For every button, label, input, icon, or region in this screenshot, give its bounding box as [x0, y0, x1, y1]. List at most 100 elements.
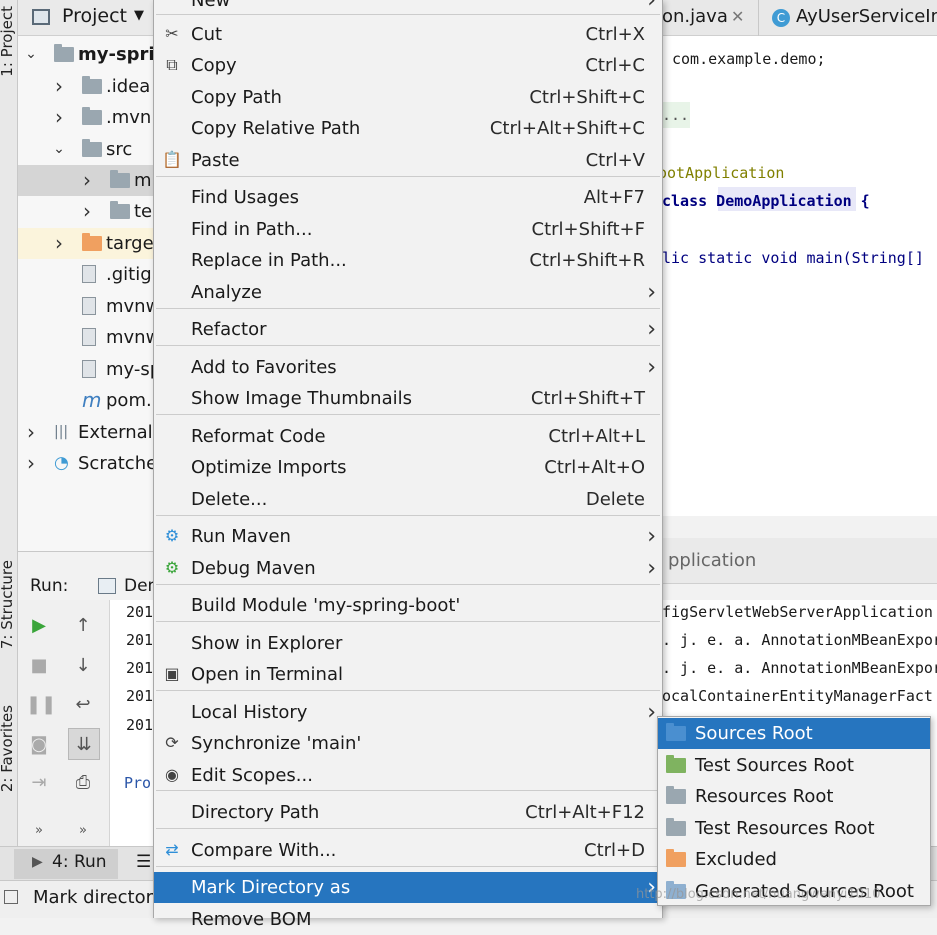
menu-item-edit-scopes[interactable]: ◉ Edit Scopes... — [154, 760, 662, 791]
menu-item-label: Paste — [191, 150, 240, 171]
menu-separator — [156, 866, 660, 867]
menu-item-shortcut: Ctrl+X — [585, 24, 645, 45]
menu-item-shortcut: Ctrl+Shift+R — [529, 250, 645, 271]
menu-item-label: Optimize Imports — [191, 457, 347, 478]
menu-item-remove-bom[interactable]: Remove BOM — [154, 904, 662, 935]
more-icon-2[interactable]: » — [70, 818, 96, 844]
chevron-down-icon[interactable]: ⌄ — [52, 134, 66, 165]
terminal-icon: ▣ — [164, 664, 180, 683]
menu-item-copy[interactable]: ⧉ Copy Ctrl+C — [154, 50, 662, 81]
run-tool-tab[interactable]: 4: Run — [52, 852, 107, 872]
structure-tool-tab[interactable]: 7: Structure — [0, 560, 16, 649]
menu-item-cut[interactable]: ✂ Cut Ctrl+X — [154, 19, 662, 50]
soft-wrap-icon[interactable]: ↩ — [70, 692, 96, 718]
menu-item-build-module-my-spring-boot[interactable]: Build Module 'my-spring-boot' — [154, 590, 662, 621]
chevron-right-icon: › — [647, 524, 656, 549]
submenu-item-resources-root[interactable]: Resources Root — [658, 781, 930, 812]
folder-icon — [110, 170, 130, 188]
favorites-tool-tab[interactable]: 2: Favorites — [0, 705, 16, 792]
chevron-right-icon[interactable]: › — [52, 228, 66, 259]
menu-item-shortcut: Ctrl+V — [585, 150, 645, 171]
menu-item-label: Delete... — [191, 489, 268, 510]
menu-item-copy-relative-path[interactable]: Copy Relative Path Ctrl+Alt+Shift+C — [154, 113, 662, 144]
chevron-down-icon[interactable]: ⌄ — [24, 39, 38, 70]
run-icon[interactable]: ▶ — [26, 613, 52, 639]
menu-item-debug-maven[interactable]: ⚙ Debug Maven › — [154, 553, 662, 584]
menu-item-refactor[interactable]: Refactor › — [154, 314, 662, 345]
chevron-right-icon[interactable]: › — [80, 165, 94, 196]
menu-item-mark-directory-as[interactable]: Mark Directory as › — [154, 872, 662, 903]
tab-divider — [758, 0, 759, 36]
folder-icon — [666, 817, 686, 836]
chevron-right-icon[interactable]: › — [24, 448, 38, 479]
close-icon[interactable]: ✕ — [731, 7, 744, 26]
camera-icon[interactable]: ◙ — [26, 732, 52, 758]
menu-item-open-in-terminal[interactable]: ▣ Open in Terminal — [154, 659, 662, 690]
code-line-imports[interactable]: ... — [662, 106, 689, 124]
scroll-to-end-icon[interactable]: ⇊ — [68, 728, 100, 760]
tree-item-label: pom. — [106, 390, 152, 411]
tab-demo-application[interactable]: on.java — [662, 6, 728, 27]
menu-item-label: Show in Explorer — [191, 633, 343, 654]
menu-item-compare-with[interactable]: ⇄ Compare With... Ctrl+D — [154, 835, 662, 866]
code-editor[interactable]: com.example.demo; ... ootApplication cla… — [658, 36, 937, 516]
menu-separator — [156, 414, 660, 415]
submenu-item-sources-root[interactable]: Sources Root — [658, 718, 930, 749]
login-icon[interactable]: ⇥ — [26, 770, 52, 796]
menu-item-show-in-explorer[interactable]: Show in Explorer — [154, 628, 662, 659]
project-tool-tab[interactable]: 1: Project — [0, 6, 16, 77]
chevron-right-icon[interactable]: › — [52, 71, 66, 102]
menu-item-paste[interactable]: 📋 Paste Ctrl+V — [154, 145, 662, 176]
maven-icon: m — [82, 388, 102, 412]
tree-item-label: External — [78, 422, 153, 443]
menu-item-shortcut: Ctrl+C — [585, 55, 645, 76]
menu-item-label: Analyze — [191, 282, 262, 303]
code-line-main: lic static void main(String[] — [662, 249, 924, 267]
submenu-item-test-sources-root[interactable]: Test Sources Root — [658, 750, 930, 781]
menu-item-copy-path[interactable]: Copy Path Ctrl+Shift+C — [154, 82, 662, 113]
menu-item-add-to-favorites[interactable]: Add to Favorites › — [154, 352, 662, 383]
print-icon[interactable]: ⎙ — [70, 770, 96, 796]
chevron-down-icon[interactable]: ▼ — [134, 8, 144, 23]
stop-icon[interactable]: ■ — [26, 653, 52, 679]
arrow-down-icon[interactable]: ↓ — [70, 653, 96, 679]
file-icon — [82, 360, 96, 378]
class-icon: C — [772, 9, 790, 27]
mark-directory-submenu: Sources Root Test Sources Root Resources R… — [657, 716, 931, 906]
tree-item-label: targe — [106, 233, 154, 254]
menu-item-optimize-imports[interactable]: Optimize Imports Ctrl+Alt+O — [154, 452, 662, 483]
more-icon[interactable]: » — [26, 818, 52, 844]
folder-icon — [666, 849, 686, 867]
menu-item-find-in-path[interactable]: Find in Path... Ctrl+Shift+F — [154, 214, 662, 245]
chevron-right-icon[interactable]: › — [52, 102, 66, 133]
paste-icon: 📋 — [162, 150, 182, 169]
menu-separator — [156, 345, 660, 346]
submenu-item-test-resources-root[interactable]: Test Resources Root — [658, 813, 930, 844]
tab-ay-user-service[interactable]: AyUserServiceIm — [796, 6, 937, 27]
folder-icon — [82, 139, 102, 157]
log-line: 201 — [126, 659, 154, 677]
project-panel-title[interactable]: Project — [62, 5, 127, 27]
menu-item-analyze[interactable]: Analyze › — [154, 277, 662, 308]
code-line-class: class DemoApplication { — [662, 192, 870, 210]
chevron-right-icon[interactable]: › — [80, 196, 94, 227]
log-line: 201 — [126, 603, 154, 621]
menu-item-run-maven[interactable]: ⚙ Run Maven › — [154, 521, 662, 552]
menu-item-show-image-thumbnails[interactable]: Show Image Thumbnails Ctrl+Shift+T — [154, 383, 662, 414]
editor-tab-bar: on.java ✕ C AyUserServiceIm — [658, 0, 937, 36]
menu-item-synchronize-main[interactable]: ⟳ Synchronize 'main' — [154, 728, 662, 759]
menu-item-delete[interactable]: Delete... Delete — [154, 484, 662, 515]
menu-item-label: Synchronize 'main' — [191, 733, 362, 754]
menu-item-replace-in-path[interactable]: Replace in Path... Ctrl+Shift+R — [154, 245, 662, 276]
status-toggle-icon[interactable] — [4, 890, 18, 904]
pause-icon[interactable]: ❚❚ — [26, 692, 56, 718]
menu-item-new[interactable]: New › — [154, 0, 662, 16]
chevron-right-icon[interactable]: › — [24, 417, 38, 448]
menu-item-reformat-code[interactable]: Reformat Code Ctrl+Alt+L — [154, 421, 662, 452]
menu-item-directory-path[interactable]: Directory Path Ctrl+Alt+F12 — [154, 797, 662, 828]
todo-list-icon[interactable]: ☰ — [136, 852, 151, 872]
submenu-item-excluded[interactable]: Excluded — [658, 844, 930, 875]
arrow-up-icon[interactable]: ↑ — [70, 613, 96, 639]
menu-item-find-usages[interactable]: Find Usages Alt+F7 — [154, 182, 662, 213]
menu-item-local-history[interactable]: Local History › — [154, 697, 662, 728]
